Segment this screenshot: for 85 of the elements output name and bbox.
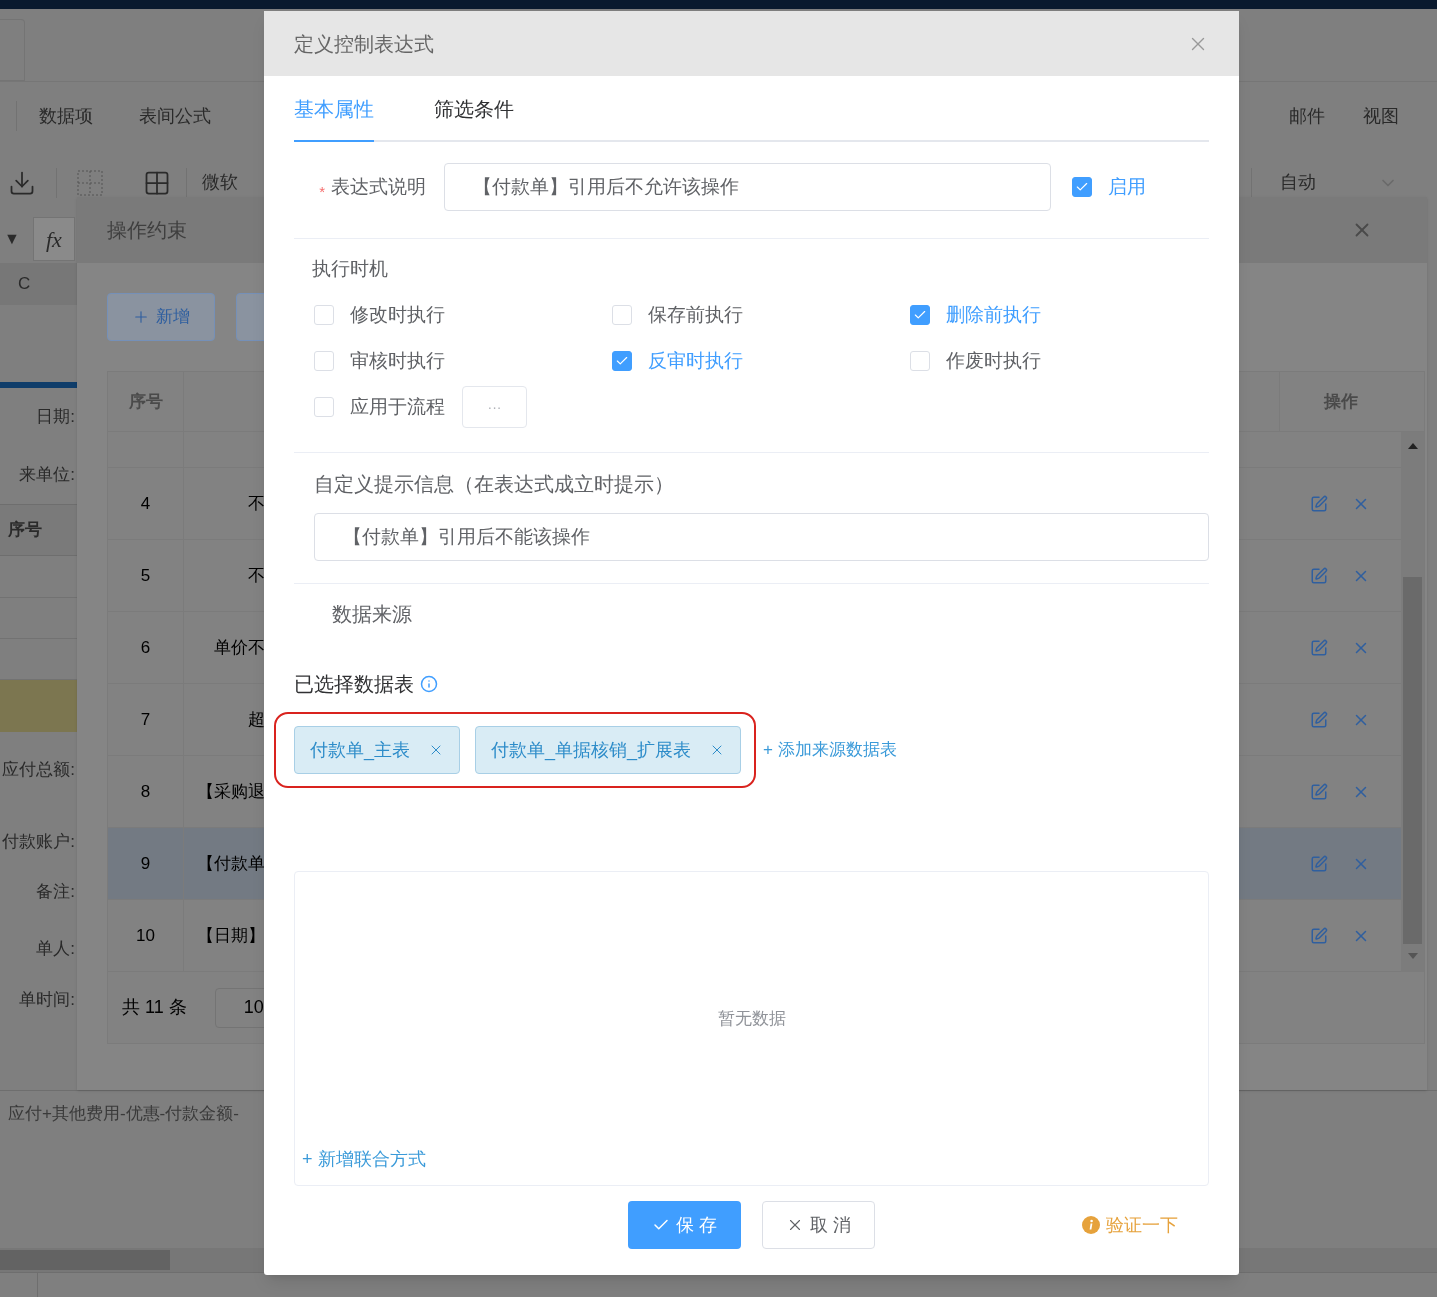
empty-text: 暂无数据 <box>717 1008 786 1031</box>
section-label: 已选择数据表 <box>294 672 414 697</box>
tab[interactable]: 基本属性 <box>294 78 374 142</box>
info-icon <box>1082 1216 1100 1234</box>
edit-icon[interactable] <box>1310 782 1328 801</box>
add-button[interactable]: 新增 <box>107 293 215 341</box>
edit-icon[interactable] <box>1310 926 1328 945</box>
check-icon <box>913 308 927 322</box>
menu-tab[interactable]: 数据项 <box>39 102 93 130</box>
message-input[interactable]: 【付款单】引用后不能该操作 <box>314 513 1209 561</box>
table-tag[interactable]: 付款单_主表 <box>294 726 460 774</box>
table-cell-text: 4 <box>140 492 151 515</box>
checkbox-label[interactable]: 修改时执行 <box>350 300 445 330</box>
scroll-down-icon[interactable] <box>1407 953 1418 959</box>
edit-icon[interactable] <box>1310 566 1328 585</box>
plus-icon <box>132 308 150 326</box>
field-label: 表达式说明 <box>331 174 426 199</box>
field-label: 备注: <box>36 881 75 904</box>
table-cell-text: 10 <box>136 924 155 947</box>
checkbox-label[interactable]: 应用于流程 <box>350 392 445 422</box>
menu-tab[interactable]: 表间公式 <box>139 102 211 130</box>
section-title: 执行时机 <box>311 257 389 281</box>
menu-tab[interactable]: 邮件 <box>1289 102 1325 130</box>
cancel-button[interactable]: 取 消 <box>762 1201 875 1249</box>
table-cell-text: 超 <box>248 708 265 731</box>
expression-input[interactable]: 【付款单】引用后不允许该操作 <box>444 163 1051 211</box>
section-title: 自定义提示信息（在表达式成立时提示） <box>313 472 675 497</box>
formula-text: 应付+其他费用-优惠-付款金额- <box>8 1104 239 1123</box>
table-cell-text: 6 <box>140 636 151 659</box>
edit-icon[interactable] <box>1310 710 1328 729</box>
field-label: 付款账户: <box>2 831 75 854</box>
table-cell-text: 9 <box>140 852 151 875</box>
dropdown-arrow[interactable]: ▼ <box>4 227 20 251</box>
checkbox-label[interactable]: 删除前执行 <box>946 300 1041 330</box>
table-cell-text: 单价不 <box>214 636 265 659</box>
table-cell-text: 【付款单 <box>197 852 265 875</box>
checkbox-label[interactable]: 反审时执行 <box>648 346 743 376</box>
checkbox[interactable] <box>612 351 632 371</box>
field-label: 来单位: <box>19 464 75 487</box>
scroll-up-icon[interactable] <box>1407 443 1418 449</box>
dialog-title: 操作约束 <box>107 218 187 243</box>
checkbox-label[interactable]: 审核时执行 <box>350 346 445 376</box>
more-button[interactable]: ··· <box>462 386 527 428</box>
column-header: C <box>18 273 31 296</box>
verify-button[interactable]: 验证一下 <box>1082 1211 1178 1239</box>
table-cell-text: 不 <box>248 564 265 587</box>
grid-header: 序号 <box>8 519 42 542</box>
field-label: 单时间: <box>19 989 75 1012</box>
scrollbar[interactable] <box>1401 432 1424 972</box>
edit-icon[interactable] <box>1310 638 1328 657</box>
add-source-link[interactable]: + 添加来源数据表 <box>763 737 897 763</box>
checkbox-label[interactable]: 保存前执行 <box>648 300 743 330</box>
column-header: 序号 <box>128 390 163 413</box>
column-header: 操作 <box>1323 390 1358 413</box>
checkbox-label[interactable]: 启用 <box>1108 172 1146 202</box>
table-cell-text: 不 <box>248 492 265 515</box>
dotted-grid-icon[interactable] <box>77 169 103 196</box>
field-label: 日期: <box>36 406 75 429</box>
table-cell-text: 【采购退 <box>197 780 265 803</box>
field-label: 单人: <box>36 938 75 961</box>
checkbox[interactable] <box>910 305 930 325</box>
tab[interactable]: 筛选条件 <box>434 78 514 142</box>
fx-button[interactable]: fx <box>32 217 75 261</box>
size-select[interactable]: 自动 <box>1280 169 1316 196</box>
menu-tab[interactable]: 视图 <box>1363 102 1399 130</box>
save-button[interactable]: 保 存 <box>628 1201 741 1249</box>
table-tag[interactable]: 付款单_单据核销_扩展表 <box>475 726 742 774</box>
section-title: 数据来源 <box>331 602 413 627</box>
required-mark: * <box>319 181 325 202</box>
dialog-title: 定义控制表达式 <box>294 31 434 57</box>
total-count: 共 11 条 <box>122 996 187 1019</box>
edit-icon[interactable] <box>1310 854 1328 873</box>
field-label: 应付总额: <box>2 759 75 782</box>
font-select[interactable]: 微软 <box>202 169 238 196</box>
add-join-link[interactable]: + 新增联合方式 <box>295 1146 426 1185</box>
checkbox-label[interactable]: 作废时执行 <box>946 346 1041 376</box>
check-icon <box>1075 180 1089 194</box>
edit-icon[interactable] <box>1310 494 1328 513</box>
table-cell-text: 【日期】 <box>197 924 265 947</box>
check-icon <box>615 354 629 368</box>
table-cell-text: 5 <box>140 564 151 587</box>
checkbox[interactable] <box>1072 177 1092 197</box>
info-icon[interactable] <box>420 675 438 693</box>
table-cell-text: 7 <box>140 708 151 731</box>
table-cell-text: 8 <box>140 780 151 803</box>
